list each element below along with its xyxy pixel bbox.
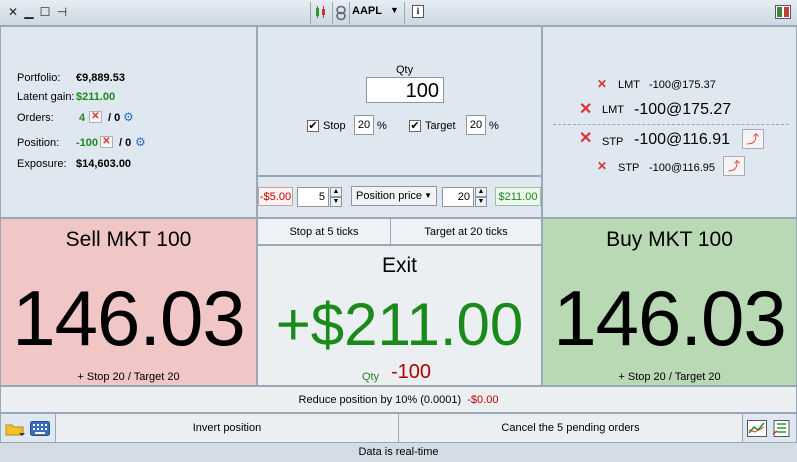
- gear-icon[interactable]: ⚙: [123, 110, 134, 124]
- target-ticks-input[interactable]: 20: [442, 187, 474, 207]
- stop-label: Stop: [323, 120, 346, 132]
- sell-title: Sell MKT 100: [65, 228, 192, 251]
- folder-icon[interactable]: [5, 422, 25, 439]
- cancel-order-icon[interactable]: ✕: [579, 99, 592, 119]
- title-bar: ✕ ▁ ☐ ⊣ AAPL ▼ i: [0, 0, 797, 26]
- order-type: STP: [618, 162, 640, 174]
- chevron-down-icon: ▼: [424, 191, 432, 200]
- close-position-icon[interactable]: ✕: [100, 136, 113, 148]
- stop-percent-input[interactable]: 20: [354, 115, 374, 135]
- order-detail: -100@116.95: [649, 162, 716, 174]
- sell-price: 146.03: [12, 274, 246, 362]
- exposure-value: $14,603.00: [76, 158, 132, 170]
- orders-divider: [553, 124, 789, 125]
- stop-ticks-up-icon[interactable]: ▲: [330, 187, 342, 197]
- position-pending: / 0: [119, 137, 132, 149]
- minimize-icon[interactable]: ▁: [22, 5, 36, 19]
- maximize-icon[interactable]: ☐: [38, 5, 52, 19]
- tick-controls-row: -$5.00 5 ▲ ▼ Position price ▼ 20 ▲ ▼ $21…: [257, 176, 542, 218]
- qty-label: Qty: [396, 64, 414, 76]
- portfolio-label: Portfolio:: [17, 72, 61, 84]
- mode-select-value: Position price: [356, 190, 423, 202]
- stop-at-ticks-button[interactable]: Stop at 5 ticks: [257, 218, 391, 245]
- orders-count: 4: [79, 112, 86, 124]
- order-detail: -100@116.91: [634, 131, 731, 148]
- stop-ticks-input[interactable]: 5: [297, 187, 329, 207]
- orders-panel: ✕ LMT -100@175.37 ✕ LMT -100@175.27 ✕ ST…: [542, 26, 797, 218]
- target-ticks-down-icon[interactable]: ▼: [475, 197, 487, 207]
- close-icon[interactable]: ✕: [6, 5, 20, 19]
- reduce-amount: -$0.00: [467, 394, 499, 406]
- latent-gain-label: Latent gain:: [17, 91, 75, 103]
- orders-label: Orders:: [17, 112, 54, 124]
- latent-gain-value: $211.00: [76, 91, 116, 103]
- mode-select[interactable]: Position price ▼: [351, 186, 437, 206]
- modify-order-icon[interactable]: ⤴: [742, 129, 764, 149]
- chart-icon[interactable]: [747, 420, 767, 440]
- buy-market-button[interactable]: Buy MKT 100 146.03 + Stop 20 / Target 20: [542, 218, 797, 386]
- order-detail: -100@175.37: [649, 79, 716, 91]
- orders-pending: / 0: [108, 112, 121, 124]
- link-icon[interactable]: [335, 5, 347, 21]
- status-bar: Data is real-time: [0, 443, 797, 462]
- target-amount-badge: $211.00: [495, 187, 541, 206]
- cancel-order-icon[interactable]: ✕: [579, 128, 592, 148]
- cancel-order-icon[interactable]: ✕: [597, 77, 607, 91]
- strategy-icon[interactable]: [772, 420, 792, 440]
- pin-icon[interactable]: ⊣: [55, 5, 69, 19]
- invert-position-button[interactable]: Invert position: [55, 414, 399, 442]
- stop-amount-badge: -$5.00: [258, 187, 293, 206]
- position-label: Position:: [17, 137, 60, 149]
- order-detail: -100@175.27: [634, 101, 732, 118]
- exposure-label: Exposure:: [17, 158, 67, 170]
- buy-title: Buy MKT 100: [606, 228, 733, 251]
- reduce-position-button[interactable]: Reduce position by 10% (0.0001) -$0.00: [0, 386, 797, 413]
- exit-button[interactable]: Exit +$211.00 Qty -100: [257, 245, 542, 386]
- target-percent-sign: %: [489, 120, 499, 132]
- order-entry-panel: Qty 100 ✔ Stop 20 % ✔ Target 20 %: [257, 26, 542, 176]
- buy-footer: + Stop 20 / Target 20: [618, 371, 721, 383]
- exit-gain: +$211.00: [275, 291, 524, 358]
- order-type: LMT: [602, 104, 624, 116]
- target-percent-input[interactable]: 20: [466, 115, 486, 135]
- cancel-order-icon[interactable]: ✕: [597, 159, 607, 173]
- reduce-label: Reduce position by 10% (0.0001): [298, 394, 462, 406]
- order-type: STP: [602, 136, 624, 148]
- target-label: Target: [425, 120, 456, 132]
- order-type: LMT: [618, 79, 640, 91]
- info-icon[interactable]: i: [412, 5, 424, 18]
- candlestick-icon[interactable]: [314, 5, 328, 19]
- modify-order-icon[interactable]: ⤴: [723, 156, 745, 176]
- target-ticks-up-icon[interactable]: ▲: [475, 187, 487, 197]
- exit-qty-value: -100: [391, 361, 432, 383]
- chevron-down-icon[interactable]: ▼: [390, 5, 399, 15]
- cancel-orders-icon[interactable]: ✕: [89, 111, 102, 123]
- target-at-ticks-button[interactable]: Target at 20 ticks: [390, 218, 542, 245]
- sell-footer: + Stop 20 / Target 20: [77, 371, 180, 383]
- exit-title: Exit: [381, 254, 417, 277]
- gear-icon[interactable]: ⚙: [135, 135, 146, 149]
- sell-market-button[interactable]: Sell MKT 100 146.03 + Stop 20 / Target 2…: [0, 218, 257, 386]
- summary-panel: Portfolio: €9,889.53 Latent gain: $211.0…: [0, 26, 257, 218]
- portfolio-value: €9,889.53: [76, 72, 125, 84]
- actions-bar: Invert position Cancel the 5 pending ord…: [0, 413, 797, 443]
- stop-ticks-down-icon[interactable]: ▼: [330, 197, 342, 207]
- symbol-selector[interactable]: AAPL: [352, 5, 382, 17]
- target-checkbox[interactable]: ✔: [409, 120, 421, 132]
- stop-percent-sign: %: [377, 120, 387, 132]
- buy-price: 146.03: [553, 274, 787, 362]
- position-value: -100: [76, 137, 99, 149]
- stop-checkbox[interactable]: ✔: [307, 120, 319, 132]
- cancel-pending-orders-button[interactable]: Cancel the 5 pending orders: [399, 414, 743, 442]
- qty-input[interactable]: 100: [366, 77, 444, 103]
- keyboard-icon[interactable]: [30, 421, 50, 439]
- layout-icon[interactable]: [775, 5, 791, 19]
- exit-qty-label: Qty: [362, 371, 380, 383]
